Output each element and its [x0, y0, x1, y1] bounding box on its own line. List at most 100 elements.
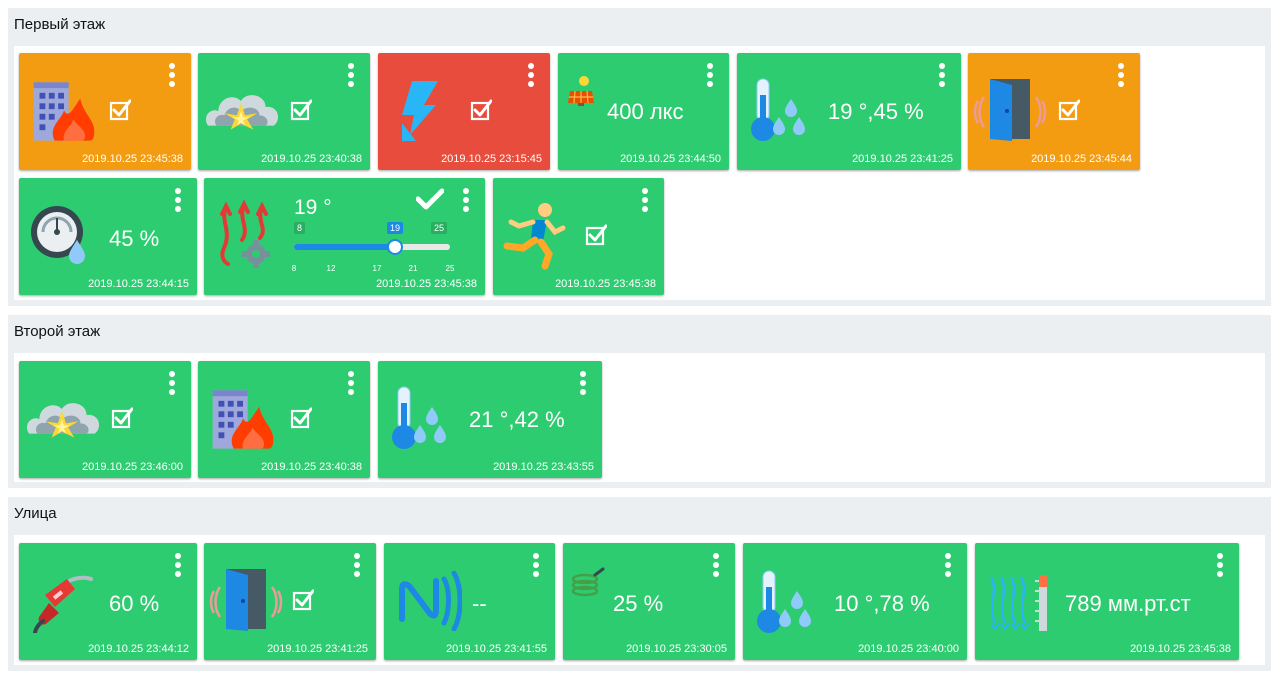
timestamp: 2019.10.25 23:41:25: [852, 153, 953, 165]
nfc-icon: [399, 571, 462, 631]
garden-hose-icon: [571, 567, 605, 597]
heating-value: 19 °: [294, 196, 332, 219]
menu-dots-icon[interactable]: [528, 63, 534, 87]
door-sensor-icon: [973, 77, 1047, 143]
temperature-slider[interactable]: 8 19 25 8 12 17 21 25: [292, 218, 455, 278]
solar-panel-icon: [568, 76, 594, 106]
timestamp: 2019.10.25 23:43:55: [493, 461, 594, 473]
checkbox-icon: [109, 99, 131, 121]
checkbox-icon: [290, 99, 312, 121]
slider-fill: [294, 244, 395, 250]
checkbox-icon: [1058, 99, 1080, 121]
climate-value: 10 °,78 %: [834, 591, 930, 616]
section-title: Второй этаж: [14, 323, 101, 340]
smoke-sensor-tile[interactable]: 2019.10.25 23:40:38: [198, 53, 370, 170]
fuel-nozzle-icon: [33, 575, 93, 633]
nfc-value: --: [472, 591, 487, 616]
menu-dots-icon[interactable]: [945, 553, 951, 577]
timestamp: 2019.10.25 23:44:50: [620, 153, 721, 165]
timestamp: 2019.10.25 23:44:12: [88, 643, 189, 655]
building-fire-icon: [33, 82, 95, 141]
slider-tick-label: 21: [408, 264, 418, 273]
thermometer-drops-icon: [391, 386, 447, 450]
light-value: 400 лкс: [607, 99, 684, 124]
climate-sensor-tile[interactable]: 21 °,42 % 2019.10.25 23:43:55: [378, 361, 602, 478]
timestamp: 2019.10.25 23:40:00: [858, 643, 959, 655]
smoke-explosion-icon: [205, 95, 279, 130]
timestamp: 2019.10.25 23:40:38: [261, 461, 362, 473]
humidity-value: 45 %: [109, 226, 160, 251]
hose-value: 25 %: [613, 591, 664, 616]
wind-barometer-icon: [989, 575, 1047, 631]
menu-dots-icon[interactable]: [175, 553, 181, 577]
door-sensor-tile[interactable]: 2019.10.25 23:45:44: [968, 53, 1140, 170]
slider-current-badge: 19: [387, 222, 404, 234]
slider-track[interactable]: [294, 239, 450, 255]
slider-tick-label: 25: [445, 264, 455, 273]
climate-value: 21 °,42 %: [469, 407, 565, 432]
timestamp: 2019.10.25 23:41:55: [446, 643, 547, 655]
building-fire-icon: [212, 390, 274, 449]
light-sensor-tile[interactable]: 400 лкс 2019.10.25 23:44:50: [558, 53, 729, 170]
section-title: Первый этаж: [14, 16, 106, 33]
section-title: Улица: [14, 505, 57, 522]
timestamp: 2019.10.25 23:46:00: [82, 461, 183, 473]
menu-dots-icon[interactable]: [169, 371, 175, 395]
slider-min-badge: 8: [294, 222, 306, 234]
menu-dots-icon[interactable]: [707, 63, 713, 87]
slider-tick-label: 12: [326, 264, 336, 273]
power-sensor-tile[interactable]: 2019.10.25 23:15:45: [378, 53, 550, 170]
slider-handle[interactable]: [387, 239, 403, 255]
menu-dots-icon[interactable]: [1118, 63, 1124, 87]
menu-dots-icon[interactable]: [463, 188, 469, 212]
checkbox-icon: [111, 407, 133, 429]
menu-dots-icon[interactable]: [939, 63, 945, 87]
timestamp: 2019.10.25 23:44:15: [88, 278, 189, 290]
humidity-gauge-tile[interactable]: 45 % 2019.10.25 23:44:15: [19, 178, 197, 295]
timestamp: 2019.10.25 23:15:45: [441, 153, 542, 165]
climate-sensor-tile[interactable]: 19 °,45 % 2019.10.25 23:41:25: [737, 53, 961, 170]
checkbox-icon: [470, 99, 492, 121]
heating-thermostat-tile[interactable]: 19 ° 8 19 25 8 12 17 21 25 2019.10.25 23:45:…: [204, 178, 485, 295]
slider-tick-label: 17: [372, 264, 382, 273]
menu-dots-icon[interactable]: [348, 371, 354, 395]
checkbox-icon: [290, 407, 312, 429]
gauge-drop-icon: [31, 206, 85, 264]
menu-dots-icon[interactable]: [533, 553, 539, 577]
menu-dots-icon[interactable]: [580, 371, 586, 395]
climate-sensor-tile[interactable]: 10 °,78 % 2019.10.25 23:40:00: [743, 543, 967, 660]
fuel-value: 60 %: [109, 591, 160, 616]
fire-sensor-tile[interactable]: 2019.10.25 23:40:38: [198, 361, 370, 478]
timestamp: 2019.10.25 23:45:38: [82, 153, 183, 165]
timestamp: 2019.10.25 23:30:05: [626, 643, 727, 655]
timestamp: 2019.10.25 23:45:38: [376, 278, 477, 290]
menu-dots-icon[interactable]: [169, 63, 175, 87]
barometer-value: 789 мм.рт.ст: [1065, 591, 1191, 616]
timestamp: 2019.10.25 23:45:38: [1130, 643, 1231, 655]
menu-dots-icon[interactable]: [354, 553, 360, 577]
thermometer-drops-icon: [750, 78, 806, 142]
slider-max-badge: 25: [431, 222, 448, 234]
checkbox-icon: [292, 589, 314, 611]
menu-dots-icon[interactable]: [1217, 553, 1223, 577]
menu-dots-icon[interactable]: [175, 188, 181, 212]
nfc-reader-tile[interactable]: -- 2019.10.25 23:41:55: [384, 543, 555, 660]
checkbox-icon: [585, 224, 607, 246]
door-sensor-tile[interactable]: 2019.10.25 23:41:25: [204, 543, 376, 660]
menu-dots-icon[interactable]: [713, 553, 719, 577]
menu-dots-icon[interactable]: [348, 63, 354, 87]
menu-dots-icon[interactable]: [642, 188, 648, 212]
hose-humidity-tile[interactable]: 25 % 2019.10.25 23:30:05: [563, 543, 735, 660]
smoke-explosion-icon: [26, 403, 100, 438]
smoke-sensor-tile[interactable]: 2019.10.25 23:46:00: [19, 361, 191, 478]
climate-value: 19 °,45 %: [828, 99, 924, 124]
heating-gear-icon: [220, 200, 270, 268]
door-sensor-icon: [209, 567, 283, 633]
fuel-level-tile[interactable]: 60 % 2019.10.25 23:44:12: [19, 543, 197, 660]
lightning-icon: [402, 81, 438, 141]
barometer-tile[interactable]: 789 мм.рт.ст 2019.10.25 23:45:38: [975, 543, 1239, 660]
check-mark-icon: [416, 188, 444, 210]
fire-sensor-tile[interactable]: 2019.10.25 23:45:38: [19, 53, 191, 170]
running-man-icon: [503, 203, 566, 270]
motion-sensor-tile[interactable]: 2019.10.25 23:45:38: [493, 178, 664, 295]
